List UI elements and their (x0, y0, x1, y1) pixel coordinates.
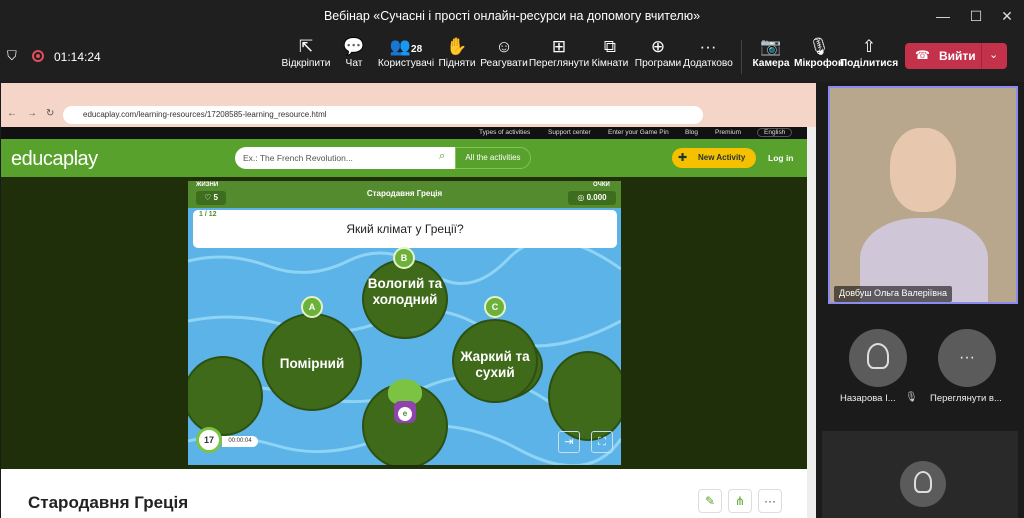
target-icon: ◎ (577, 193, 587, 202)
participant-name: Назарова І... (840, 393, 896, 404)
search-input[interactable]: Ex.: The French Revolution... (235, 147, 455, 169)
participants-panel: Довбуш Ольга Валеріївна Назарова І... 🎙 … (822, 83, 1024, 518)
recording-icon (32, 50, 44, 62)
shared-screen: ← → ↻ educaplay.com/learning-resources/1… (1, 83, 816, 518)
frog-icon: e (384, 379, 426, 431)
more-button[interactable]: ··· Додатково (677, 36, 739, 78)
smile-icon: ☺ (495, 37, 513, 56)
answer-c-text[interactable]: Жаркий та сухий (452, 349, 538, 381)
answer-b-text[interactable]: Вологий та холодний (362, 276, 448, 308)
game-header: ЖИЗНИ ♡ 5 Стародавня Греція ОЧКИ ◎ 0.000 (188, 181, 621, 208)
window-titlebar: Вебінар «Сучасні і прості онлайн-ресурси… (0, 0, 1024, 32)
page-title: Стародавня Греція (28, 493, 189, 512)
view-all-label[interactable]: Переглянути в... (930, 393, 1002, 404)
minimize-icon[interactable]: — (932, 6, 954, 26)
puzzle-icon: ✚ (678, 152, 688, 164)
countdown-timer: 17 (196, 427, 222, 453)
edit-icon[interactable]: ✎ (698, 489, 722, 513)
all-activities-button[interactable]: All the activities (455, 147, 531, 169)
ellipsis-icon: ··· (959, 349, 975, 366)
self-view (822, 431, 1018, 518)
avatar[interactable] (849, 329, 907, 387)
avatar[interactable]: ··· (938, 329, 996, 387)
close-icon[interactable]: ✕ (996, 6, 1018, 26)
share-icon: ⇧ (861, 37, 877, 56)
back-icon[interactable]: ← (7, 108, 17, 119)
window-title: Вебінар «Сучасні і прості онлайн-ресурси… (323, 9, 701, 23)
reload-icon[interactable]: ↻ (46, 108, 54, 119)
react-button[interactable]: ☺ Реагувати (473, 36, 535, 78)
game-title: Стародавня Греція (366, 189, 443, 198)
elapsed-time: 00:00:04 (222, 436, 258, 447)
meeting-timer: 01:14:24 (54, 50, 101, 64)
login-link[interactable]: Log in (768, 153, 794, 163)
url-input[interactable]: educaplay.com/learning-resources/1720858… (63, 106, 703, 124)
browser-tabs[interactable] (1, 83, 816, 103)
points-counter: ◎ 0.000 (568, 191, 616, 205)
maximize-icon[interactable]: ☐ (965, 6, 987, 26)
person-icon (867, 343, 889, 369)
more-options-icon[interactable]: ··· (758, 489, 782, 513)
meeting-toolbar: ⛉ 01:14:24 ⇱ Відкріпити 💬 Чат 👥28 Користува… (0, 32, 1024, 82)
new-activity-button[interactable]: ✚ New Activity (672, 148, 756, 168)
chevron-down-icon[interactable]: ⌄ (989, 48, 998, 61)
phone-icon: ☎ (915, 48, 930, 62)
quiz-game: ЖИЗНИ ♡ 5 Стародавня Греція ОЧКИ ◎ 0.000… (188, 181, 621, 465)
address-bar-row: ← → ↻ educaplay.com/learning-resources/1… (1, 103, 816, 127)
educaplay-logo[interactable]: educaplay (11, 148, 98, 171)
fullscreen-icon[interactable]: ⛶ (591, 431, 613, 453)
share-button[interactable]: ⇧ Поділитися (838, 36, 900, 78)
participants-count: 28 (411, 44, 423, 55)
scrollbar[interactable] (807, 127, 816, 518)
answer-a-letter: A (301, 296, 323, 318)
page-content: Стародавня Греція ✎ ⋔ ··· (1, 469, 807, 518)
speaker-face (890, 128, 956, 212)
language-select[interactable]: English (757, 128, 793, 137)
people-icon: 👥 (389, 37, 412, 56)
speaker-video[interactable]: Довбуш Ольга Валеріївна (828, 86, 1018, 304)
lily-pad (548, 351, 621, 441)
forward-icon[interactable]: → (27, 108, 37, 119)
ellipsis-icon: ··· (699, 37, 717, 56)
share-network-icon[interactable]: ⋔ (728, 489, 752, 513)
answer-b-letter: B (393, 247, 415, 269)
search-icon[interactable]: ⌕ (439, 150, 445, 163)
exit-icon[interactable]: ⇥ (558, 431, 580, 453)
question-text: Який клімат у Греції? (346, 222, 464, 236)
answer-c-letter: C (484, 296, 506, 318)
educaplay-header: educaplay Ex.: The French Revolution... … (1, 139, 807, 177)
speaker-name: Довбуш Ольга Валеріївна (834, 286, 953, 302)
mic-muted-icon: 🎙 (905, 392, 918, 403)
shield-icon: ⛉ (7, 48, 17, 63)
person-icon (914, 471, 932, 493)
question-progress: 1 / 12 (199, 211, 217, 218)
avatar (900, 461, 946, 507)
answer-a-text[interactable]: Помірний (262, 356, 362, 372)
educaplay-topbar: Types of activities Support center Enter… (1, 127, 807, 139)
question-card: 1 / 12 Який клімат у Греції? (193, 210, 617, 248)
leave-button[interactable]: ☎ Вийти ⌄ (905, 43, 1007, 69)
